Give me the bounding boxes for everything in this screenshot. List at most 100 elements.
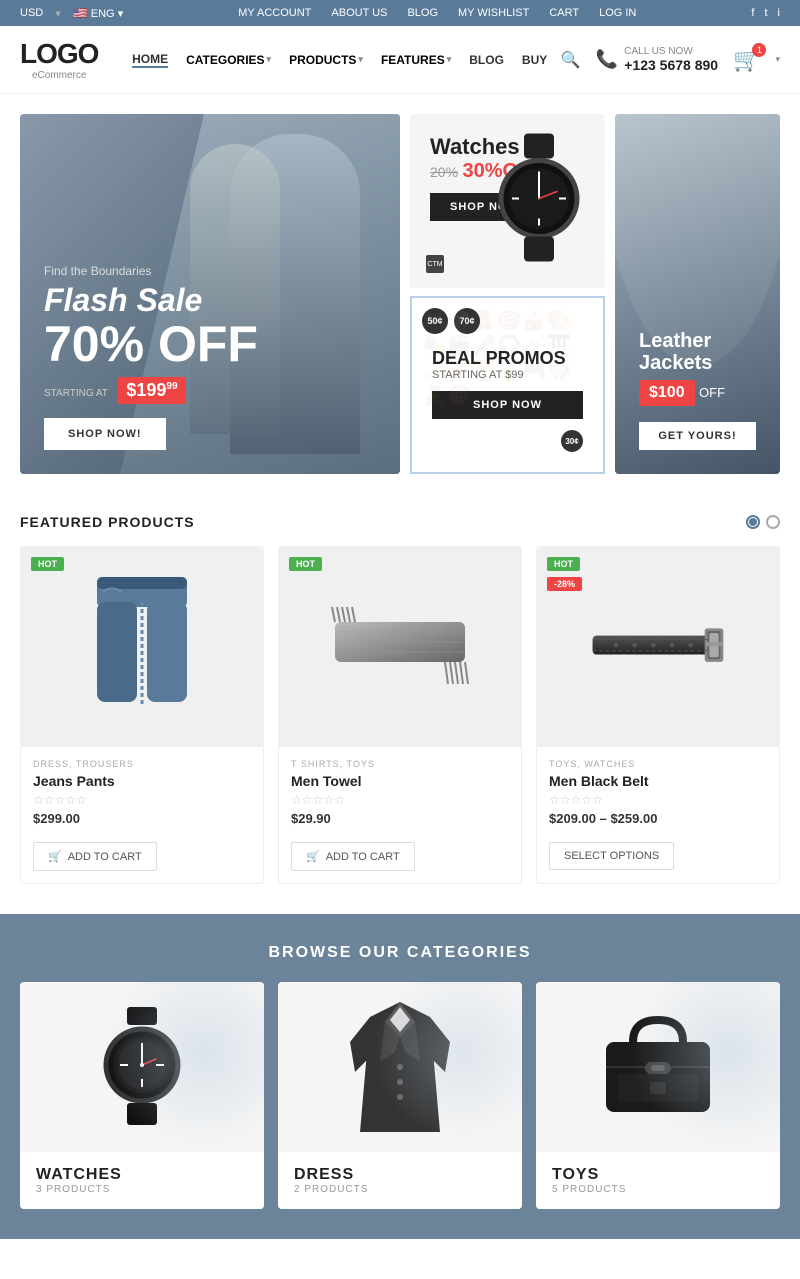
add-to-cart-jeans[interactable]: 🛒 ADD TO CART — [33, 842, 157, 871]
deal-badge-2: 70¢ — [454, 308, 480, 334]
watch-image — [489, 134, 589, 269]
leather-off: OFF — [699, 385, 725, 400]
deal-badge-3: 30¢ — [561, 430, 583, 452]
product-card-jeans: HOT — [20, 546, 264, 884]
nav-blog[interactable]: BLOG — [469, 53, 504, 67]
product-info-towel: T SHIRTS, TOYS Men Towel ☆☆☆☆☆ $29.90 — [279, 747, 521, 842]
category-image-watches — [20, 982, 264, 1152]
hero-main-content: Find the Boundaries Flash Sale 70% OFF S… — [44, 264, 376, 450]
watches-old-price: 20% — [430, 164, 458, 180]
browse-title: BROWSE OUR CATEGORIES — [20, 944, 780, 962]
about-us-link[interactable]: ABOUT US — [331, 7, 387, 19]
product-actions-jeans: 🛒 ADD TO CART — [21, 842, 263, 883]
hero-shop-now-button[interactable]: SHOP NOW! — [44, 418, 166, 450]
leather-title: Leather Jackets — [639, 330, 756, 374]
product-tag-hot-2: HOT — [289, 557, 322, 571]
product-card-towel: HOT — [278, 546, 522, 884]
deal-starting: STARTING AT $99 — [432, 369, 583, 381]
product-stars-jeans: ☆☆☆☆☆ — [33, 793, 251, 807]
main-nav: HOME CATEGORIES▾ PRODUCTS▾ FEATURES▾ BLO… — [132, 52, 547, 68]
login-link[interactable]: LOG IN — [599, 7, 636, 19]
leather-banner: Leather Jackets $100 OFF GET YOURS! — [615, 114, 780, 474]
carousel-dot-2[interactable] — [766, 515, 780, 529]
product-name-belt: Men Black Belt — [549, 773, 767, 789]
twitter-icon[interactable]: t — [764, 7, 767, 19]
search-button[interactable]: 🔍 — [561, 50, 581, 70]
phone-icon: 📞 — [596, 49, 618, 70]
top-bar-center: MY ACCOUNT ABOUT US BLOG MY WISHLIST CAR… — [238, 7, 636, 19]
product-categories-jeans: DRESS, TROUSERS — [33, 759, 251, 769]
product-actions-belt: SELECT OPTIONS — [537, 842, 779, 882]
deal-shop-button[interactable]: SHOP NOW — [432, 391, 583, 419]
add-to-cart-towel[interactable]: 🛒 ADD TO CART — [291, 842, 415, 871]
product-card-belt: HOT -28% — [536, 546, 780, 884]
product-image-belt: HOT -28% — [537, 547, 779, 747]
my-account-link[interactable]: MY ACCOUNT — [238, 7, 311, 19]
leather-get-yours-button[interactable]: GET YOURS! — [639, 422, 756, 450]
logo[interactable]: LOGO eCommerce — [20, 38, 98, 81]
top-bar: USD ▾ 🇺🇸 ENG ▾ MY ACCOUNT ABOUT US BLOG … — [0, 0, 800, 26]
product-actions-towel: 🛒 ADD TO CART — [279, 842, 521, 883]
leather-price: $100 — [639, 380, 695, 406]
cart-button[interactable]: 🛒 1 — [733, 47, 760, 73]
product-info-belt: TOYS, WATCHES Men Black Belt ☆☆☆☆☆ $209.… — [537, 747, 779, 842]
top-bar-right: f t i — [751, 7, 780, 19]
page-bottom — [0, 1239, 800, 1279]
hero-off-text: 70% OFF — [44, 319, 376, 369]
product-categories-belt: TOYS, WATCHES — [549, 759, 767, 769]
carousel-dot-1[interactable] — [746, 515, 760, 529]
cart-link-top[interactable]: CART — [549, 7, 579, 19]
product-categories-towel: T SHIRTS, TOYS — [291, 759, 509, 769]
hero-section: Find the Boundaries Flash Sale 70% OFF S… — [20, 114, 780, 474]
language-selector[interactable]: 🇺🇸 ENG ▾ — [73, 6, 123, 20]
hero-starting-text: STARTING AT — [44, 388, 108, 399]
category-card-toys[interactable]: TOYS 5 PRODUCTS — [536, 982, 780, 1209]
leather-content: Leather Jackets $100 OFF GET YOURS! — [639, 330, 756, 450]
featured-header: FEATURED PRODUCTS — [20, 514, 780, 530]
top-bar-left: USD ▾ 🇺🇸 ENG ▾ — [20, 6, 123, 20]
hero-price: $19999 — [118, 377, 185, 404]
product-name-jeans: Jeans Pants — [33, 773, 251, 789]
deal-title: DEAL PROMOS — [432, 348, 583, 369]
category-card-dress[interactable]: DRESS 2 PRODUCTS — [278, 982, 522, 1209]
product-price-towel: $29.90 — [291, 811, 509, 826]
hero-main-banner: Find the Boundaries Flash Sale 70% OFF S… — [20, 114, 400, 474]
categories-grid: WATCHES 3 PRODUCTS — [20, 982, 780, 1209]
category-label-dress: DRESS 2 PRODUCTS — [278, 1152, 522, 1209]
facebook-icon[interactable]: f — [751, 7, 754, 19]
nav-buy[interactable]: BUY — [522, 53, 547, 67]
nav-categories[interactable]: CATEGORIES▾ — [186, 53, 271, 67]
phone-number: +123 5678 890 — [624, 57, 718, 73]
category-card-watches[interactable]: WATCHES 3 PRODUCTS — [20, 982, 264, 1209]
currency-selector[interactable]: USD — [20, 7, 43, 19]
cart-dropdown-icon[interactable]: ▾ — [775, 54, 780, 65]
product-tag-hot-3: HOT — [547, 557, 580, 571]
wishlist-link[interactable]: MY WISHLIST — [458, 7, 529, 19]
category-label-watches: WATCHES 3 PRODUCTS — [20, 1152, 264, 1209]
header-right: 🔍 📞 CALL US NOW +123 5678 890 🛒 1 ▾ — [561, 46, 780, 73]
products-grid: HOT — [20, 546, 780, 884]
product-price-belt: $209.00 – $259.00 — [549, 811, 767, 826]
deal-badge-1: 50¢ — [422, 308, 448, 334]
nav-features[interactable]: FEATURES▾ — [381, 53, 451, 67]
call-label: CALL US NOW — [624, 46, 718, 57]
product-image-jeans: HOT — [21, 547, 263, 747]
category-label-toys: TOYS 5 PRODUCTS — [536, 1152, 780, 1209]
category-image-toys — [536, 982, 780, 1152]
hero-flash-text: Flash Sale — [44, 282, 376, 319]
product-stars-belt: ☆☆☆☆☆ — [549, 793, 767, 807]
instagram-icon[interactable]: i — [778, 7, 780, 19]
nav-products[interactable]: PRODUCTS▾ — [289, 53, 363, 67]
blog-link-top[interactable]: BLOG — [407, 7, 438, 19]
product-tag-sale-3: -28% — [547, 577, 582, 591]
category-image-dress — [278, 982, 522, 1152]
product-tag-hot-1: HOT — [31, 557, 64, 571]
featured-title: FEATURED PRODUCTS — [20, 514, 195, 530]
watches-banner: Watches 20% 30%OFF SHOP NOW — [410, 114, 605, 288]
browse-categories-section: BROWSE OUR CATEGORIES — [0, 914, 800, 1239]
nav-home[interactable]: HOME — [132, 52, 168, 68]
header: LOGO eCommerce HOME CATEGORIES▾ PRODUCTS… — [0, 26, 800, 94]
cart-icon-1: 🛒 — [48, 850, 62, 863]
deal-promos-banner: 50¢ 70¢ 🎮🎲🧸🎯🎪🎨🎭🎬🎤🎧🎸🎹🎺🎻🏆🥇🎮🎲🧸🎯 DEAL PROMOS… — [410, 296, 605, 474]
select-options-belt[interactable]: SELECT OPTIONS — [549, 842, 674, 870]
